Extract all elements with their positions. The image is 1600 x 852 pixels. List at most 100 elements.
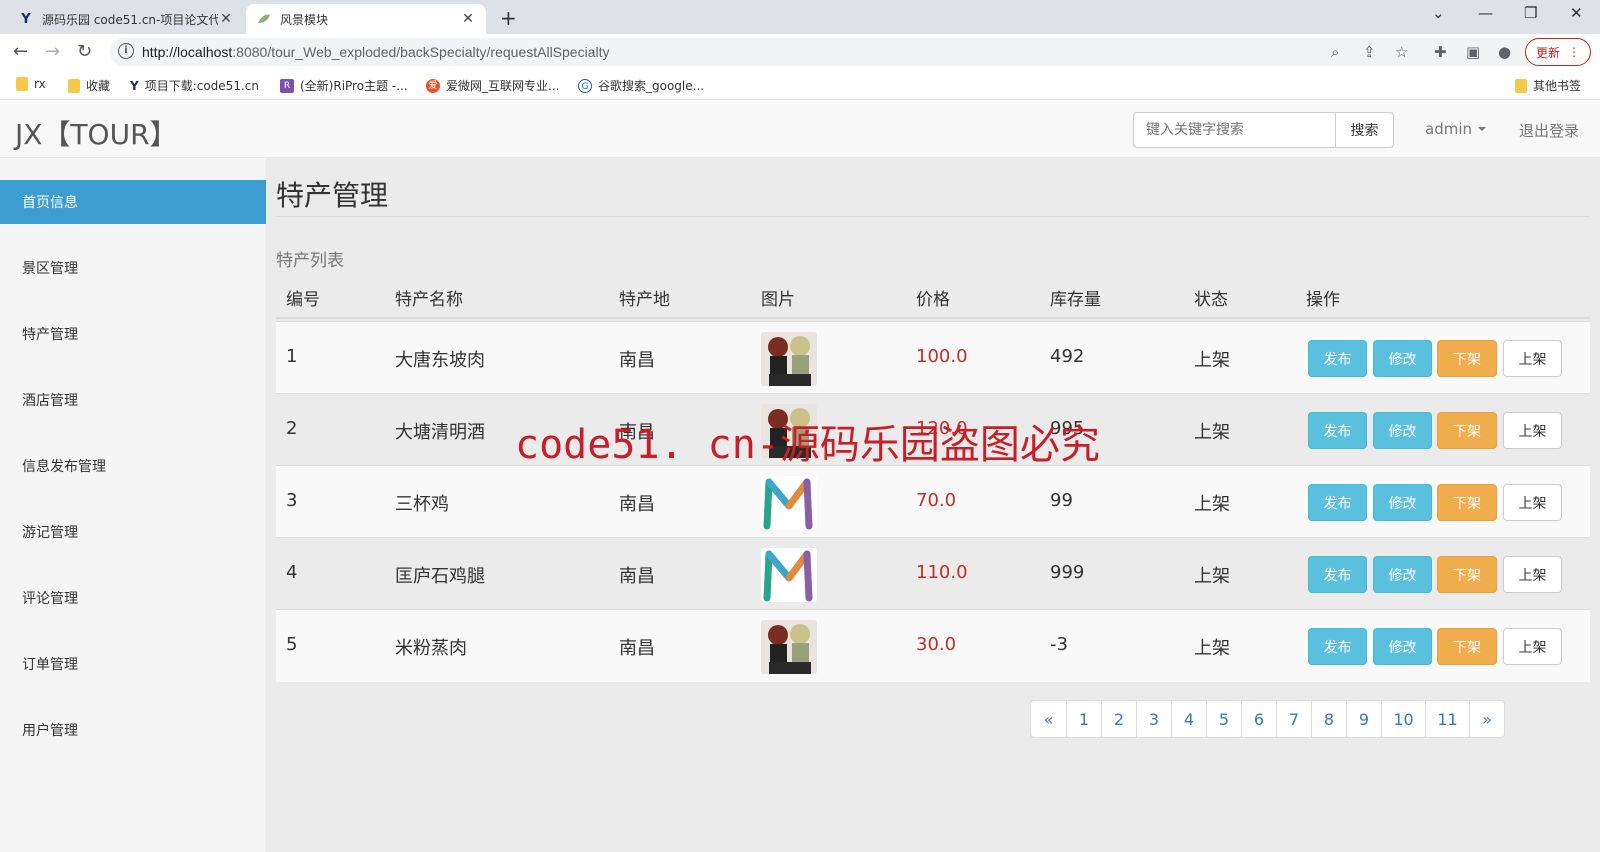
cell-stock: 99: [1050, 490, 1073, 511]
url-text: http://localhost:8080/tour_Web_exploded/…: [142, 44, 609, 60]
page-title: 特产管理: [276, 179, 389, 212]
pagination-page[interactable]: 3: [1136, 700, 1172, 738]
new-tab-icon[interactable]: +: [500, 6, 517, 30]
ripro-icon: R: [280, 78, 294, 93]
sidebar-item-specialty[interactable]: 特产管理: [0, 312, 266, 356]
close-tab-icon[interactable]: ✕: [460, 11, 476, 27]
cell-stock: 492: [1050, 346, 1085, 367]
take-down-button[interactable]: 下架: [1437, 484, 1497, 521]
edit-button[interactable]: 修改: [1373, 340, 1432, 377]
publish-button[interactable]: 发布: [1308, 340, 1367, 377]
product-image: [761, 476, 817, 530]
take-down-button[interactable]: 下架: [1437, 412, 1497, 449]
profile-icon[interactable]: ●: [1498, 43, 1511, 61]
search-input[interactable]: [1133, 112, 1336, 148]
pagination-prev[interactable]: «: [1030, 700, 1067, 738]
take-down-button[interactable]: 下架: [1437, 628, 1497, 665]
sidebar-item-scenic[interactable]: 景区管理: [0, 246, 266, 290]
star-icon[interactable]: ☆: [1395, 43, 1408, 61]
pagination-next[interactable]: »: [1469, 700, 1505, 738]
pagination-page[interactable]: 4: [1171, 700, 1207, 738]
bookmark-label: 其他书签: [1533, 79, 1582, 93]
cell-origin: 南昌: [619, 494, 655, 515]
sidebar-item-comments[interactable]: 评论管理: [0, 576, 266, 620]
pagination-page[interactable]: 1: [1066, 700, 1102, 738]
pagination-page[interactable]: 10: [1381, 700, 1426, 738]
pagination-page[interactable]: 9: [1346, 700, 1382, 738]
sidebar-item-orders[interactable]: 订单管理: [0, 642, 266, 686]
tab-search-icon[interactable]: ⌄: [1432, 4, 1445, 22]
pagination-page[interactable]: 7: [1276, 700, 1312, 738]
publish-button[interactable]: 发布: [1308, 556, 1367, 593]
take-down-button[interactable]: 下架: [1437, 556, 1497, 593]
share-icon[interactable]: ⇪: [1363, 43, 1376, 61]
user-dropdown[interactable]: admin: [1425, 120, 1486, 138]
tab-title: 风景模块: [280, 12, 329, 27]
pagination-page[interactable]: 11: [1425, 700, 1470, 738]
extensions-icon[interactable]: ✚: [1434, 43, 1447, 61]
bookmarks-bar: rx 收藏 Y 项目下载:code51.cn R (全新)RiPro主题 -... …: [0, 70, 1600, 100]
bookmark-rx[interactable]: rx: [16, 77, 46, 91]
cell-name: 三杯鸡: [395, 494, 449, 515]
update-button[interactable]: 更新 ⋮: [1525, 38, 1591, 66]
bookmark-aiwei[interactable]: 爱爱微网_互联网专业...: [426, 77, 559, 94]
cell-status: 上架: [1194, 566, 1230, 587]
put-on-shelf-button[interactable]: 上架: [1503, 484, 1562, 521]
cell-id: 5: [286, 634, 298, 655]
side-panel-icon[interactable]: ▣: [1466, 43, 1480, 61]
cell-origin: 南昌: [619, 566, 655, 587]
browser-tab-bar: Y 源码乐园 code51.cn-项目论文代 ✕ 风景模块 ✕ + ⌄ — ❐ …: [0, 0, 1600, 34]
cell-name: 大唐东坡肉: [395, 350, 485, 371]
pagination-page[interactable]: 8: [1311, 700, 1347, 738]
sidebar-item-news[interactable]: 信息发布管理: [0, 444, 266, 488]
sidebar-item-travelogue[interactable]: 游记管理: [0, 510, 266, 554]
main-content: 特产管理 特产列表 编号 特产名称 特产地 图片 价格 库存量 状态 操作 1 大…: [266, 158, 1600, 852]
bookmark-code51[interactable]: Y 项目下载:code51.cn: [130, 77, 259, 94]
sidebar: 首页信息 景区管理 特产管理 酒店管理 信息发布管理 游记管理 评论管理 订单管…: [0, 158, 266, 852]
sidebar-item-users[interactable]: 用户管理: [0, 708, 266, 752]
reload-icon[interactable]: ↻: [77, 41, 92, 62]
publish-button[interactable]: 发布: [1308, 484, 1367, 521]
publish-button[interactable]: 发布: [1308, 412, 1367, 449]
restore-icon[interactable]: ❐: [1524, 4, 1537, 22]
close-tab-icon[interactable]: ✕: [218, 11, 234, 27]
zoom-icon[interactable]: ⌕: [1331, 43, 1339, 61]
table-header: 编号 特产名称 特产地 图片 价格 库存量 状态 操作: [276, 275, 1590, 319]
browser-tab-1[interactable]: Y 源码乐园 code51.cn-项目论文代 ✕: [8, 4, 244, 34]
browser-tab-2[interactable]: 风景模块 ✕: [246, 4, 486, 34]
logout-link[interactable]: 退出登录: [1519, 120, 1579, 141]
take-down-button[interactable]: 下架: [1437, 340, 1497, 377]
brand-logo[interactable]: JX【TOUR】: [15, 113, 178, 153]
publish-button[interactable]: 发布: [1308, 628, 1367, 665]
section-subtitle: 特产列表: [276, 251, 344, 271]
bookmark-other[interactable]: 其他书签: [1515, 77, 1581, 94]
cell-id: 4: [286, 562, 298, 583]
pagination-page[interactable]: 5: [1206, 700, 1242, 738]
sidebar-item-hotel[interactable]: 酒店管理: [0, 378, 266, 422]
minimize-icon[interactable]: —: [1478, 4, 1493, 22]
leaf-icon: [256, 11, 272, 27]
back-icon[interactable]: ←: [13, 41, 28, 62]
cell-name: 匡庐石鸡腿: [395, 566, 485, 587]
edit-button[interactable]: 修改: [1373, 556, 1432, 593]
edit-button[interactable]: 修改: [1373, 484, 1432, 521]
put-on-shelf-button[interactable]: 上架: [1503, 556, 1562, 593]
bookmark-google[interactable]: G 谷歌搜索_google...: [578, 77, 704, 94]
edit-button[interactable]: 修改: [1373, 628, 1432, 665]
site-info-icon[interactable]: i: [118, 43, 134, 59]
folder-icon: [16, 77, 28, 91]
forward-icon[interactable]: →: [45, 41, 60, 62]
put-on-shelf-button[interactable]: 上架: [1503, 412, 1562, 449]
put-on-shelf-button[interactable]: 上架: [1503, 340, 1562, 377]
edit-button[interactable]: 修改: [1373, 412, 1432, 449]
put-on-shelf-button[interactable]: 上架: [1503, 628, 1562, 665]
sidebar-item-home[interactable]: 首页信息: [0, 180, 266, 224]
bookmark-favorites[interactable]: 收藏: [68, 77, 110, 94]
bookmark-ripro[interactable]: R (全新)RiPro主题 -...: [280, 77, 408, 94]
close-window-icon[interactable]: ✕: [1570, 4, 1583, 22]
pagination-page[interactable]: 6: [1241, 700, 1277, 738]
column-header: 状态: [1194, 290, 1228, 310]
table-row: 5 米粉蒸肉 南昌 30.0 -3 上架 发布 修改 下架 上架: [276, 609, 1590, 682]
pagination-page[interactable]: 2: [1101, 700, 1137, 738]
search-button[interactable]: 搜索: [1335, 112, 1394, 148]
